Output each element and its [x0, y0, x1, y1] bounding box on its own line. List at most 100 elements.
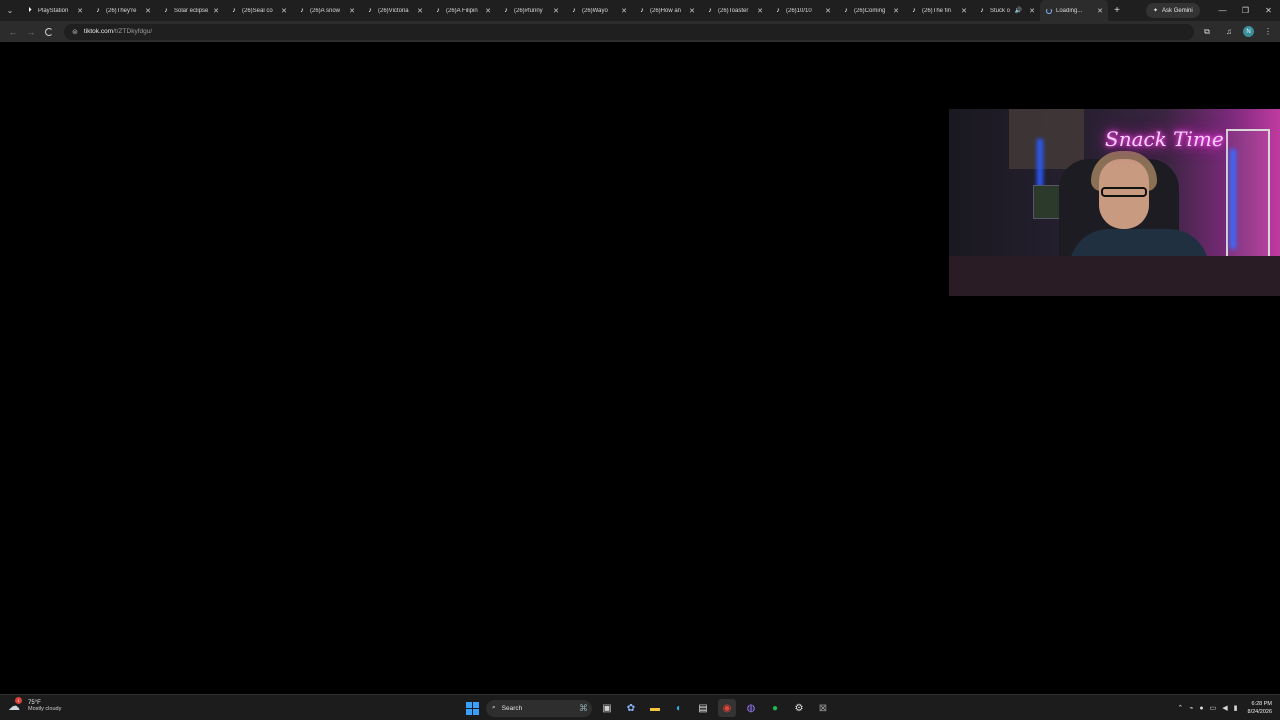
close-tab-icon[interactable]: ✕: [280, 7, 288, 15]
close-tab-icon[interactable]: ✕: [76, 7, 84, 15]
url-text: tiktok.com/t/ZTDkyfdgu/: [84, 28, 152, 35]
close-tab-icon[interactable]: ✕: [892, 7, 900, 15]
site-info-icon[interactable]: ⊜: [72, 28, 78, 36]
browser-tab[interactable]: ♪ (26)Toaster ✕: [700, 0, 768, 21]
loading-spinner: [1046, 7, 1052, 14]
tab-title: PlayStation: [38, 7, 69, 14]
tab-search-icon[interactable]: ⌄: [0, 0, 20, 21]
discord-icon[interactable]: ◍: [742, 699, 760, 717]
close-tab-icon[interactable]: ✕: [1028, 7, 1036, 15]
back-button[interactable]: ←: [4, 23, 22, 41]
tab-title: (26)They're: [106, 7, 137, 14]
browser-tab[interactable]: ♪ (26)10/10 ✕: [768, 0, 836, 21]
playstation-icon: ⏵: [28, 6, 32, 14]
profile-avatar[interactable]: N: [1243, 26, 1254, 37]
streamer-glasses: [1101, 187, 1147, 197]
network-icon[interactable]: ⌁: [1189, 704, 1193, 712]
clock-time: 6:28 PM: [1251, 701, 1272, 707]
close-tab-icon[interactable]: ✕: [756, 7, 764, 15]
tab-title: (26)How an: [650, 7, 682, 14]
cloud-icon: ☁ 1: [8, 697, 22, 713]
tiktok-icon: ♪: [232, 6, 236, 14]
ask-gemini-label: Ask Gemini: [1162, 7, 1193, 14]
clock-date: 8/24/2026: [1247, 709, 1272, 715]
tab-strip: ⌄ ⏵ PlayStation ✕ ♪ (26)They're ✕ ♪ Solar eclip…: [0, 0, 1280, 21]
browser-tab[interactable]: ♪ (26)A snow ✕: [292, 0, 360, 21]
windows-taskbar: ☁ 1 75°F Mostly cloudy ⌕ Search ⌘ ▣ ✿ ▬ …: [0, 694, 1280, 720]
browser-tab[interactable]: Loading... ✕: [1040, 0, 1108, 21]
microphone-icon[interactable]: ●: [1199, 705, 1203, 712]
address-bar[interactable]: ⊜ tiktok.com/t/ZTDkyfdgu/: [64, 23, 1194, 40]
browser-tab[interactable]: ♪ (26)Victoria ✕: [360, 0, 428, 21]
media-controls-icon[interactable]: ♫: [1221, 24, 1237, 40]
volume-icon[interactable]: ◀: [1222, 704, 1227, 712]
forward-button[interactable]: →: [22, 23, 40, 41]
close-tab-icon[interactable]: ✕: [960, 7, 968, 15]
close-tab-icon[interactable]: ✕: [484, 7, 492, 15]
close-tab-icon[interactable]: ✕: [688, 7, 696, 15]
settings-icon[interactable]: ⚙: [790, 699, 808, 717]
arrow-right-icon: →: [26, 26, 36, 37]
weather-widget[interactable]: ☁ 1 75°F Mostly cloudy: [8, 697, 61, 713]
close-tab-icon[interactable]: ✕: [824, 7, 832, 15]
close-tab-icon[interactable]: ✕: [348, 7, 356, 15]
browser-tab[interactable]: ⏵ PlayStation ✕: [20, 0, 88, 21]
weather-text: 75°F Mostly cloudy: [28, 700, 61, 712]
copilot-icon[interactable]: ✿: [622, 699, 640, 717]
restore-icon[interactable]: ❐: [1234, 0, 1257, 21]
spotify-icon[interactable]: ●: [766, 699, 784, 717]
neon-sign: Snack Time: [1105, 127, 1224, 151]
minimize-icon[interactable]: —: [1211, 0, 1234, 21]
browser-tab[interactable]: ♪ (26)The fin ✕: [904, 0, 972, 21]
close-tab-icon[interactable]: ✕: [144, 7, 152, 15]
close-tab-icon[interactable]: ✕: [1096, 7, 1104, 15]
battery-icon[interactable]: ▮: [1234, 704, 1238, 712]
start-button[interactable]: [464, 700, 480, 716]
weather-description: Mostly cloudy: [28, 706, 62, 712]
clock[interactable]: 6:28 PM 8/24/2026: [1248, 700, 1272, 716]
tiktok-icon: ♪: [436, 6, 440, 14]
close-window-icon[interactable]: ✕: [1257, 0, 1280, 21]
close-tab-icon[interactable]: ✕: [416, 7, 424, 15]
chevron-up-icon[interactable]: ⌃: [1177, 704, 1183, 712]
task-view-icon[interactable]: ▣: [598, 699, 616, 717]
tab-title: (26)Wayo: [582, 7, 608, 14]
speaker-icon[interactable]: 🔊: [1015, 7, 1022, 14]
close-tab-icon[interactable]: ✕: [552, 7, 560, 15]
browser-tab[interactable]: ♪ (26)#funny ✕: [496, 0, 564, 21]
browser-tab[interactable]: ♪ (26)They're ✕: [88, 0, 156, 21]
close-tab-icon[interactable]: ✕: [620, 7, 628, 15]
stop-loading-button[interactable]: [40, 23, 58, 41]
browser-tab[interactable]: ♪ Solar eclipse ✕: [156, 0, 224, 21]
toolbar-actions: ⧉ ♫ N ⋮: [1199, 24, 1276, 40]
tab-title: (26)The fin: [922, 7, 952, 14]
taskbar-apps: ⌕ Search ⌘ ▣ ✿ ▬ ◐ ▤ ◉ ◍ ● ⚙ ⊠: [464, 698, 832, 718]
taskbar-search[interactable]: ⌕ Search ⌘: [486, 699, 592, 717]
file-explorer-icon[interactable]: ▬: [646, 699, 664, 717]
extensions-icon[interactable]: ⧉: [1199, 24, 1215, 40]
tiktok-icon: ♪: [368, 6, 372, 14]
app-icon[interactable]: ⊠: [814, 699, 832, 717]
browser-tab[interactable]: ♪ (26)A Filipin ✕: [428, 0, 496, 21]
webcam-overlay: Snack Time: [949, 109, 1280, 296]
browser-tab[interactable]: ♪ Stuck o 🔊 ✕: [972, 0, 1040, 21]
chrome-icon[interactable]: ◉: [718, 699, 736, 717]
new-tab-button[interactable]: +: [1108, 5, 1126, 16]
tiktok-icon: ♪: [708, 6, 712, 14]
browser-tab[interactable]: ♪ (26)Seal co ✕: [224, 0, 292, 21]
blue-led-strip-right: [1230, 149, 1236, 249]
browser-tab[interactable]: ♪ (26)Coming ✕: [836, 0, 904, 21]
display-icon[interactable]: ▭: [1210, 704, 1217, 712]
store-icon[interactable]: ▤: [694, 699, 712, 717]
screen: ⌄ ⏵ PlayStation ✕ ♪ (26)They're ✕ ♪ Solar eclip…: [0, 0, 1280, 720]
close-tab-icon[interactable]: ✕: [212, 7, 220, 15]
ask-gemini-button[interactable]: ✦ Ask Gemini: [1146, 3, 1200, 18]
system-tray: ⌃ ⌁ ● ▭ ◀ ▮ 6:28 PM 8/24/2026: [1177, 699, 1272, 717]
menu-icon[interactable]: ⋮: [1260, 24, 1276, 40]
tab-title: (26)A snow: [310, 7, 341, 14]
search-highlight-icon: ⌘: [579, 702, 588, 713]
browser-tab[interactable]: ♪ (26)How an ✕: [632, 0, 700, 21]
browser-tab[interactable]: ♪ (26)Wayo ✕: [564, 0, 632, 21]
tab-title: Solar eclipse: [174, 7, 208, 14]
edge-icon[interactable]: ◐: [670, 699, 688, 717]
